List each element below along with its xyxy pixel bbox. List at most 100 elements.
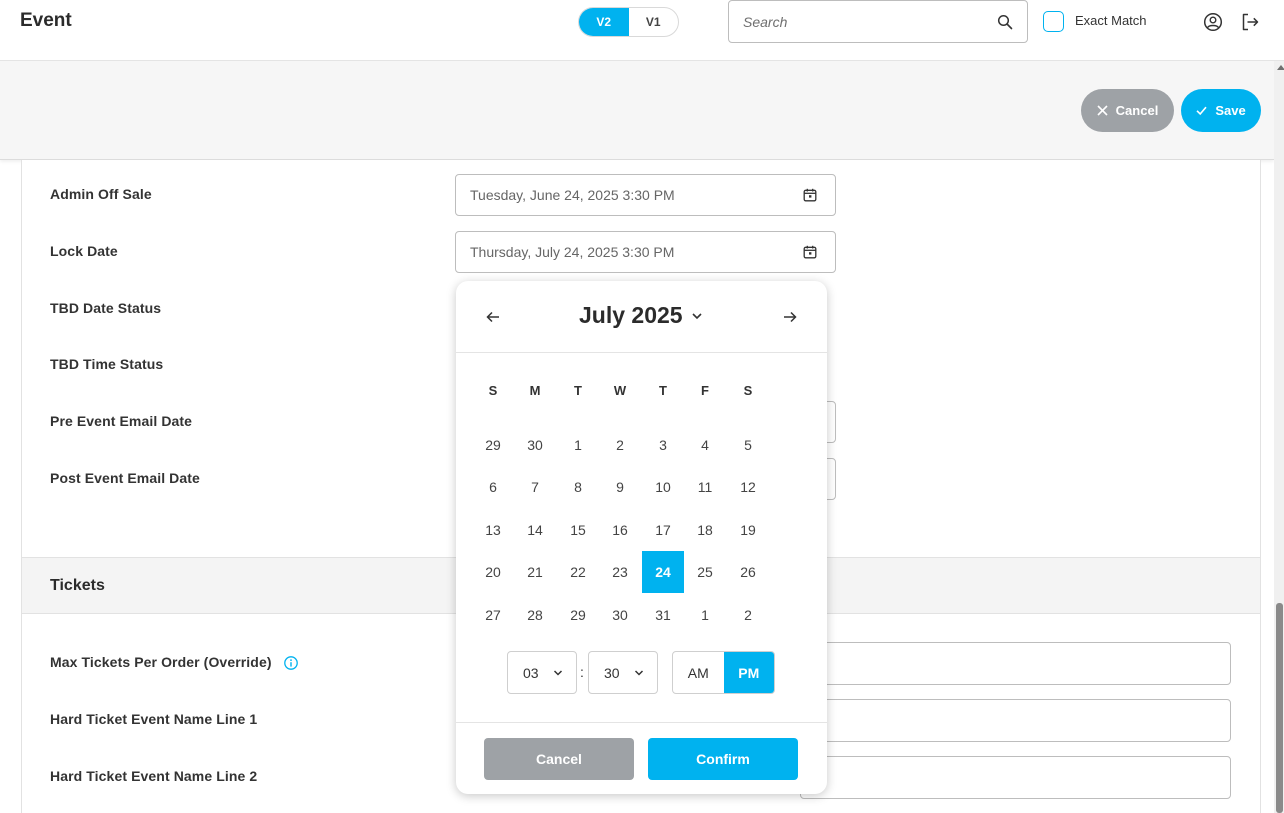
search-box [728, 0, 1028, 43]
page-title: Event [20, 10, 72, 31]
calendar-day[interactable]: 3 [642, 424, 684, 466]
am-option[interactable]: AM [673, 652, 724, 693]
calendar-day[interactable]: 23 [599, 551, 641, 593]
lock-date-value: Thursday, July 24, 2025 3:30 PM [470, 244, 675, 260]
calendar-day[interactable]: 22 [557, 551, 599, 593]
calendar-day[interactable]: 1 [684, 594, 726, 636]
weekday-header: W [613, 383, 627, 398]
cancel-button[interactable]: Cancel [1081, 89, 1174, 132]
calendar-day[interactable]: 11 [684, 466, 726, 508]
version-tab-v1[interactable]: V1 [629, 8, 679, 36]
picker-confirm-button[interactable]: Confirm [648, 738, 798, 780]
calendar-day[interactable]: 6 [472, 466, 514, 508]
calendar-day[interactable]: 17 [642, 509, 684, 551]
calendar-day[interactable]: 25 [684, 551, 726, 593]
field-label-lock-date: Lock Date [50, 243, 118, 259]
exact-match-label: Exact Match [1075, 13, 1147, 28]
admin-off-sale-date-input[interactable]: Tuesday, June 24, 2025 3:30 PM [455, 174, 836, 216]
hard-ticket-name-line-2-input[interactable] [800, 756, 1231, 799]
weekday-header: S [743, 383, 753, 398]
calendar-day[interactable]: 31 [642, 594, 684, 636]
calendar-day[interactable]: 2 [727, 594, 769, 636]
field-label-max-tickets-per-order: Max Tickets Per Order (Override) [50, 654, 272, 670]
calendar-day[interactable]: 9 [599, 466, 641, 508]
calendar-day[interactable]: 30 [599, 594, 641, 636]
cancel-button-label: Cancel [1115, 103, 1159, 118]
calendar-day[interactable]: 10 [642, 466, 684, 508]
scrollbar-thumb[interactable] [1276, 603, 1283, 813]
calendar-icon[interactable] [803, 188, 817, 202]
top-bar: Event V2 V1 Exact Match [0, 0, 1284, 61]
calendar-day[interactable]: 2 [599, 424, 641, 466]
weekday-header: S [488, 383, 498, 398]
chevron-down-icon [692, 312, 702, 319]
calendar-day[interactable]: 1 [557, 424, 599, 466]
calendar-day[interactable]: 29 [472, 424, 514, 466]
info-icon[interactable] [284, 656, 298, 670]
calendar-day[interactable]: 29 [557, 594, 599, 636]
field-label-tbd-date-status: TBD Date Status [50, 300, 162, 316]
hour-value: 03 [523, 664, 539, 681]
field-label-pre-event-email-date: Pre Event Email Date [50, 413, 193, 429]
admin-off-sale-value: Tuesday, June 24, 2025 3:30 PM [470, 187, 675, 203]
date-picker-footer-divider [456, 722, 827, 723]
previous-month-arrow-icon[interactable] [486, 310, 500, 324]
weekday-header: T [574, 383, 582, 398]
max-tickets-per-order-input[interactable] [800, 642, 1231, 685]
next-month-arrow-icon[interactable] [783, 310, 797, 324]
search-input[interactable] [743, 12, 993, 32]
picker-cancel-button[interactable]: Cancel [484, 738, 634, 780]
calendar-day[interactable]: 26 [727, 551, 769, 593]
date-picker-header: July 2025 [456, 281, 827, 353]
weekday-header: T [659, 383, 667, 398]
calendar-day[interactable]: 16 [599, 509, 641, 551]
field-label-hard-ticket-name-line-2: Hard Ticket Event Name Line 2 [50, 768, 258, 784]
pm-option[interactable]: PM [723, 652, 774, 693]
calendar-day-selected[interactable]: 24 [642, 551, 684, 593]
search-icon[interactable] [997, 14, 1013, 30]
calendar-day[interactable]: 12 [727, 466, 769, 508]
calendar-day[interactable]: 8 [557, 466, 599, 508]
version-toggle: V2 V1 [578, 7, 679, 37]
chevron-down-icon [634, 669, 643, 676]
calendar-day[interactable]: 4 [684, 424, 726, 466]
month-year-dropdown[interactable]: July 2025 [579, 302, 703, 329]
exact-match-checkbox[interactable] [1043, 11, 1064, 32]
am-pm-toggle: AM PM [672, 651, 775, 694]
weekday-header: M [529, 383, 541, 398]
calendar-day[interactable]: 14 [514, 509, 556, 551]
scroll-up-arrow-icon[interactable] [1277, 65, 1284, 70]
calendar-icon[interactable] [803, 245, 817, 259]
user-account-icon[interactable] [1203, 12, 1223, 32]
section-title-tickets: Tickets [50, 577, 105, 594]
hour-select[interactable]: 03 [507, 651, 577, 694]
date-picker-popup: July 2025 SMTWTFS 29 30 1 2 3 4 5 6 7 8 9 10 11 12 13 1… [456, 281, 827, 794]
chevron-down-icon [553, 669, 562, 676]
calendar-day[interactable]: 15 [557, 509, 599, 551]
logout-icon[interactable] [1240, 12, 1260, 32]
minute-value: 30 [604, 664, 620, 681]
field-label-post-event-email-date: Post Event Email Date [50, 470, 200, 486]
save-button[interactable]: Save [1181, 89, 1261, 132]
version-tab-v2[interactable]: V2 [579, 8, 629, 36]
lock-date-input[interactable]: Thursday, July 24, 2025 3:30 PM [455, 231, 836, 273]
check-icon [1196, 106, 1207, 116]
calendar-day[interactable]: 5 [727, 424, 769, 466]
hard-ticket-name-line-1-input[interactable] [800, 699, 1231, 742]
weekday-header: F [701, 383, 709, 398]
minute-select[interactable]: 30 [588, 651, 658, 694]
calendar-day[interactable]: 28 [514, 594, 556, 636]
calendar-day[interactable]: 19 [727, 509, 769, 551]
close-icon [1097, 105, 1108, 116]
field-label-tbd-time-status: TBD Time Status [50, 356, 164, 372]
calendar-day[interactable]: 30 [514, 424, 556, 466]
calendar-day[interactable]: 18 [684, 509, 726, 551]
calendar-day[interactable]: 21 [514, 551, 556, 593]
save-button-label: Save [1215, 103, 1246, 118]
calendar-day[interactable]: 13 [472, 509, 514, 551]
calendar-day[interactable]: 27 [472, 594, 514, 636]
action-bar: Cancel Save [0, 61, 1274, 160]
month-year-label: July 2025 [579, 302, 683, 328]
calendar-day[interactable]: 7 [514, 466, 556, 508]
calendar-day[interactable]: 20 [472, 551, 514, 593]
